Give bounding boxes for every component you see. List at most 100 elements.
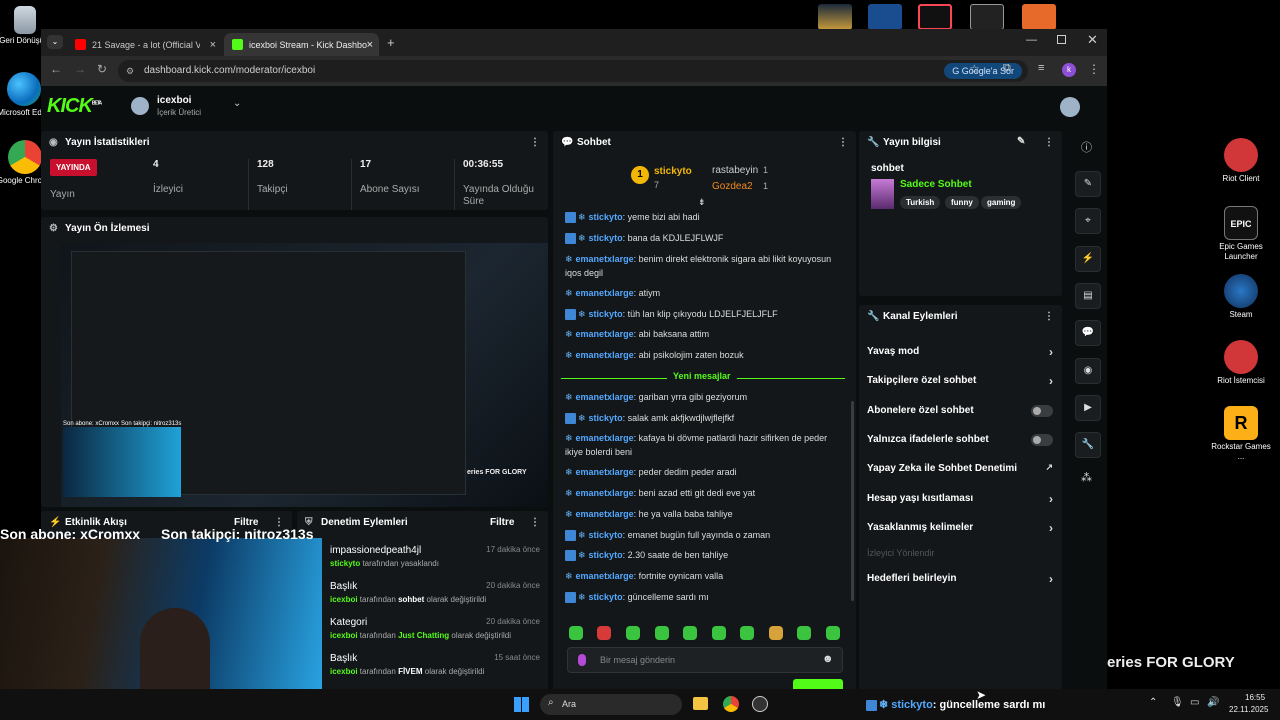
kebab-icon[interactable]: ⋮ — [530, 517, 540, 528]
chat-username[interactable]: stickyto — [589, 233, 623, 243]
wrench-tool-button[interactable]: 🔧 — [1075, 432, 1101, 458]
close-icon[interactable]: × — [367, 39, 373, 51]
info-icon[interactable]: ⓘ — [1081, 139, 1092, 155]
pin-icon[interactable]: ⇟ — [698, 197, 706, 208]
scrollbar[interactable] — [851, 401, 854, 601]
leader-name[interactable]: stickyto — [654, 166, 692, 177]
app-icon[interactable] — [1022, 4, 1056, 30]
file-explorer-icon[interactable] — [693, 697, 708, 710]
profile-avatar[interactable]: k — [1062, 63, 1076, 77]
action-followers-only[interactable]: Takipçilere özel sohbet › — [867, 374, 1053, 388]
tab-kick[interactable]: icexboi Stream - Kick Dashboar × — [224, 33, 379, 56]
chat-username[interactable]: emanetxlarge — [576, 254, 634, 264]
target-tool-button[interactable]: ⌖ — [1075, 208, 1101, 234]
taskbar-search[interactable]: ⌕ Ara — [540, 694, 682, 715]
action-subscribers-only[interactable]: Abonelere özel sohbet — [867, 405, 1053, 417]
leader-name[interactable]: Gozdea2 — [712, 181, 753, 192]
obs-icon[interactable] — [752, 696, 768, 712]
leader-name[interactable]: rastabeyin — [712, 165, 758, 176]
forward-icon[interactable]: → — [74, 62, 86, 76]
desktop-icon-riot-client[interactable]: Riot Client — [1209, 138, 1273, 184]
close-window-button[interactable]: ✕ — [1087, 32, 1098, 48]
network-icon[interactable]: ▭ — [1190, 697, 1199, 708]
gta-icon[interactable] — [970, 4, 1004, 30]
action-ai-moderation[interactable]: Yapay Zeka ile Sohbet Denetimi ↗ — [867, 462, 1053, 474]
emote-icon[interactable] — [569, 626, 583, 640]
bookmark-star-icon[interactable]: ☆ — [969, 62, 980, 76]
tab-youtube[interactable]: 21 Savage - a lot (Official V × — [67, 33, 222, 56]
site-info-icon[interactable]: ⚙ — [126, 60, 134, 82]
toggle-switch[interactable] — [1031, 405, 1053, 417]
row-user[interactable]: icexboi — [330, 631, 358, 640]
send-button[interactable] — [793, 679, 843, 689]
stream-preview-video[interactable]: Son abone: xCromxx Son takipçi: nitroz31… — [61, 243, 548, 507]
emote-icon[interactable] — [655, 626, 669, 640]
chat-username[interactable]: stickyto — [589, 530, 623, 540]
league-icon[interactable] — [818, 4, 852, 30]
filter-button[interactable]: Filtre — [490, 517, 514, 528]
kebab-icon[interactable]: ⋮ — [1044, 137, 1054, 148]
toggle-switch[interactable] — [1031, 434, 1053, 446]
emote-icon[interactable] — [712, 626, 726, 640]
chat-username[interactable]: emanetxlarge — [576, 488, 634, 498]
close-icon[interactable]: × — [210, 39, 216, 51]
tray-chevron-icon[interactable]: ⌃ — [1149, 697, 1157, 708]
back-icon[interactable]: ← — [50, 62, 62, 76]
chat-username[interactable]: emanetxlarge — [576, 509, 634, 519]
extensions-icon[interactable]: ⧉ — [1003, 62, 1011, 75]
desktop-icon-epic[interactable]: EPIC Epic Games Launcher — [1209, 206, 1273, 262]
emote-icon[interactable] — [597, 626, 611, 640]
chat-username[interactable]: emanetxlarge — [576, 392, 634, 402]
row-user[interactable]: stickyto — [330, 559, 360, 568]
more-tools-icon[interactable]: ⁂ — [1081, 471, 1092, 484]
action-account-age[interactable]: Hesap yaşı kısıtlaması › — [867, 492, 1053, 506]
tab-list-button[interactable]: ⌄ — [47, 35, 63, 49]
kebab-icon[interactable]: ⋮ — [530, 137, 540, 148]
bolt-tool-button[interactable]: ⚡ — [1075, 246, 1101, 272]
chat-username[interactable]: emanetxlarge — [576, 571, 634, 581]
desktop-icon-riot-istemcisi[interactable]: Riot İstemcisi — [1209, 340, 1273, 386]
clock-date[interactable]: 22.11.2025 — [1229, 705, 1268, 714]
emoji-icon[interactable]: ☻ — [822, 653, 834, 665]
maximize-button[interactable] — [1057, 35, 1066, 44]
chat-username[interactable]: emanetxlarge — [576, 467, 634, 477]
chrome-taskbar-icon[interactable] — [723, 696, 739, 712]
counter-strike-icon[interactable] — [868, 4, 902, 30]
minimize-button[interactable]: — — [1026, 34, 1037, 46]
menu-icon[interactable]: ⋮ — [1088, 62, 1100, 76]
desktop-icon-steam[interactable]: Steam — [1209, 274, 1273, 320]
action-emotes-only[interactable]: Yalnızca ifadelerle sohbet — [867, 434, 1053, 446]
edit-tool-button[interactable]: ✎ — [1075, 171, 1101, 197]
valorant-icon[interactable] — [918, 4, 952, 30]
mic-icon[interactable] — [578, 654, 586, 666]
chevron-down-icon[interactable]: ⌄ — [233, 98, 241, 109]
emote-icon[interactable] — [740, 626, 754, 640]
tag[interactable]: funny — [945, 196, 979, 209]
user-avatar[interactable] — [1060, 97, 1080, 117]
emote-icon[interactable] — [769, 626, 783, 640]
tag[interactable]: Turkish — [900, 196, 941, 209]
edit-icon[interactable]: ✎ — [1017, 136, 1025, 147]
url-field[interactable]: ⚙ dashboard.kick.com/moderator/icexboi — [118, 60, 1028, 82]
chat-username[interactable]: emanetxlarge — [576, 350, 634, 360]
chat-username[interactable]: stickyto — [589, 212, 623, 222]
windows-start-icon[interactable] — [514, 697, 529, 712]
clock-time[interactable]: 16:55 — [1245, 693, 1265, 702]
chat-username[interactable]: stickyto — [589, 413, 623, 423]
kebab-icon[interactable]: ⋮ — [838, 137, 848, 148]
channel-avatar[interactable] — [131, 97, 149, 115]
tag[interactable]: gaming — [981, 196, 1022, 209]
emote-icon[interactable] — [626, 626, 640, 640]
chat-tool-button[interactable]: 💬 — [1075, 320, 1101, 346]
chat-username[interactable]: emanetxlarge — [576, 288, 634, 298]
chat-username[interactable]: stickyto — [589, 550, 623, 560]
media-icon[interactable]: ≡ — [1038, 62, 1044, 74]
action-slow-mode[interactable]: Yavaş mod › — [867, 345, 1053, 359]
emote-icon[interactable] — [683, 626, 697, 640]
chat-username[interactable]: emanetxlarge — [576, 433, 634, 443]
chat-input[interactable]: Bir mesaj gönderin ☻ — [567, 647, 843, 673]
kebab-icon[interactable]: ⋮ — [1044, 311, 1054, 322]
chat-username[interactable]: stickyto — [589, 309, 623, 319]
kick-logo[interactable]: KICKBETA — [47, 95, 102, 118]
chat-username[interactable]: stickyto — [589, 592, 623, 602]
